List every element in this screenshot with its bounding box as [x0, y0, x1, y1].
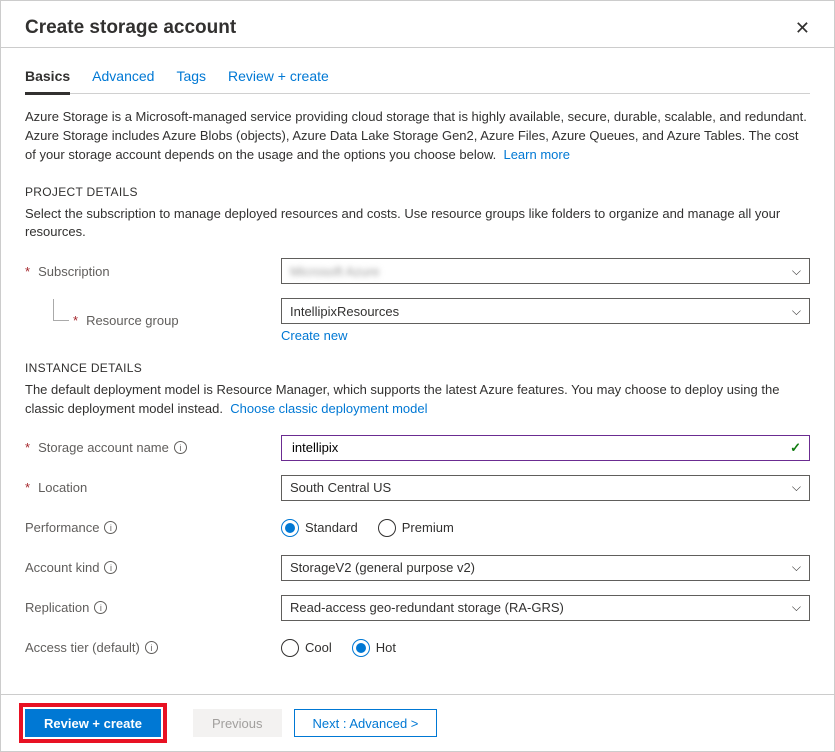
storage-name-label-text: Storage account name [38, 440, 169, 455]
location-row: * Location South Central US ⌵ [25, 475, 810, 501]
replication-control: Read-access geo-redundant storage (RA-GR… [281, 595, 810, 621]
subscription-select[interactable]: Microsoft Azure ⌵ [281, 258, 810, 284]
access-tier-label: Access tier (default) i [25, 640, 281, 655]
tab-tags[interactable]: Tags [176, 64, 206, 93]
performance-control: Standard Premium [281, 519, 810, 537]
instance-details-desc: The default deployment model is Resource… [25, 381, 810, 419]
storage-name-label: * Storage account name i [25, 440, 281, 455]
radio-label: Hot [376, 640, 396, 655]
dialog-content: Basics Advanced Tags Review + create Azu… [1, 48, 834, 694]
close-icon[interactable]: ✕ [795, 18, 810, 39]
resource-group-label-text: Resource group [86, 313, 179, 328]
create-storage-dialog: Create storage account ✕ Basics Advanced… [0, 0, 835, 752]
resource-group-value: IntellipixResources [290, 304, 399, 319]
access-tier-cool-radio[interactable]: Cool [281, 639, 332, 657]
account-kind-value: StorageV2 (general purpose v2) [290, 560, 475, 575]
subscription-value: Microsoft Azure [290, 264, 380, 279]
indent-connector [53, 299, 69, 321]
resource-group-row: * Resource group IntellipixResources ⌵ C… [25, 298, 810, 343]
radio-icon [378, 519, 396, 537]
access-tier-hot-radio[interactable]: Hot [352, 639, 396, 657]
radio-label: Standard [305, 520, 358, 535]
tab-review-create[interactable]: Review + create [228, 64, 329, 93]
chevron-down-icon: ⌵ [792, 304, 801, 319]
chevron-down-icon: ⌵ [792, 560, 801, 575]
radio-label: Cool [305, 640, 332, 655]
intro-text: Azure Storage is a Microsoft-managed ser… [25, 108, 810, 165]
location-label: * Location [25, 480, 281, 495]
performance-radio-group: Standard Premium [281, 519, 810, 537]
required-indicator: * [25, 440, 30, 455]
storage-name-control: ✓ [281, 435, 810, 461]
learn-more-link[interactable]: Learn more [503, 147, 569, 162]
required-indicator: * [25, 264, 30, 279]
next-advanced-button[interactable]: Next : Advanced > [294, 709, 438, 737]
tab-basics[interactable]: Basics [25, 64, 70, 95]
access-tier-row: Access tier (default) i Cool Hot [25, 635, 810, 661]
access-tier-control: Cool Hot [281, 639, 810, 657]
resource-group-control: IntellipixResources ⌵ Create new [281, 298, 810, 343]
previous-button: Previous [193, 709, 282, 737]
resource-group-select[interactable]: IntellipixResources ⌵ [281, 298, 810, 324]
location-value: South Central US [290, 480, 391, 495]
storage-name-input[interactable] [290, 439, 790, 456]
performance-label: Performance i [25, 520, 281, 535]
radio-label: Premium [402, 520, 454, 535]
tab-strip: Basics Advanced Tags Review + create [25, 64, 810, 94]
subscription-label-text: Subscription [38, 264, 110, 279]
storage-name-input-wrap: ✓ [281, 435, 810, 461]
review-create-button[interactable]: Review + create [25, 709, 161, 737]
info-icon[interactable]: i [104, 521, 117, 534]
location-control: South Central US ⌵ [281, 475, 810, 501]
required-indicator: * [73, 313, 78, 328]
replication-label-text: Replication [25, 600, 89, 615]
access-tier-label-text: Access tier (default) [25, 640, 140, 655]
radio-icon [281, 519, 299, 537]
radio-icon [281, 639, 299, 657]
info-icon[interactable]: i [94, 601, 107, 614]
info-icon[interactable]: i [145, 641, 158, 654]
info-icon[interactable]: i [174, 441, 187, 454]
performance-label-text: Performance [25, 520, 99, 535]
account-kind-control: StorageV2 (general purpose v2) ⌵ [281, 555, 810, 581]
tab-advanced[interactable]: Advanced [92, 64, 154, 93]
account-kind-label: Account kind i [25, 560, 281, 575]
account-kind-label-text: Account kind [25, 560, 99, 575]
dialog-footer: Review + create Previous Next : Advanced… [1, 694, 834, 751]
storage-name-row: * Storage account name i ✓ [25, 435, 810, 461]
performance-standard-radio[interactable]: Standard [281, 519, 358, 537]
resource-group-label: * Resource group [25, 313, 281, 328]
access-tier-radio-group: Cool Hot [281, 639, 810, 657]
dialog-title: Create storage account [25, 17, 236, 39]
chevron-down-icon: ⌵ [792, 480, 801, 495]
create-new-link[interactable]: Create new [281, 328, 347, 343]
dialog-header: Create storage account ✕ [1, 1, 834, 48]
account-kind-select[interactable]: StorageV2 (general purpose v2) ⌵ [281, 555, 810, 581]
location-label-text: Location [38, 480, 87, 495]
account-kind-row: Account kind i StorageV2 (general purpos… [25, 555, 810, 581]
info-icon[interactable]: i [104, 561, 117, 574]
project-details-desc: Select the subscription to manage deploy… [25, 205, 810, 243]
subscription-row: * Subscription Microsoft Azure ⌵ [25, 258, 810, 284]
radio-icon [352, 639, 370, 657]
instance-details-heading: INSTANCE DETAILS [25, 361, 810, 375]
replication-select[interactable]: Read-access geo-redundant storage (RA-GR… [281, 595, 810, 621]
replication-label: Replication i [25, 600, 281, 615]
replication-row: Replication i Read-access geo-redundant … [25, 595, 810, 621]
project-details-heading: PROJECT DETAILS [25, 185, 810, 199]
location-select[interactable]: South Central US ⌵ [281, 475, 810, 501]
replication-value: Read-access geo-redundant storage (RA-GR… [290, 600, 564, 615]
performance-premium-radio[interactable]: Premium [378, 519, 454, 537]
check-icon: ✓ [790, 440, 801, 456]
subscription-control: Microsoft Azure ⌵ [281, 258, 810, 284]
classic-deployment-link[interactable]: Choose classic deployment model [230, 401, 427, 416]
chevron-down-icon: ⌵ [792, 264, 801, 279]
chevron-down-icon: ⌵ [792, 600, 801, 615]
subscription-label: * Subscription [25, 264, 281, 279]
intro-body: Azure Storage is a Microsoft-managed ser… [25, 109, 807, 162]
required-indicator: * [25, 480, 30, 495]
performance-row: Performance i Standard Premium [25, 515, 810, 541]
